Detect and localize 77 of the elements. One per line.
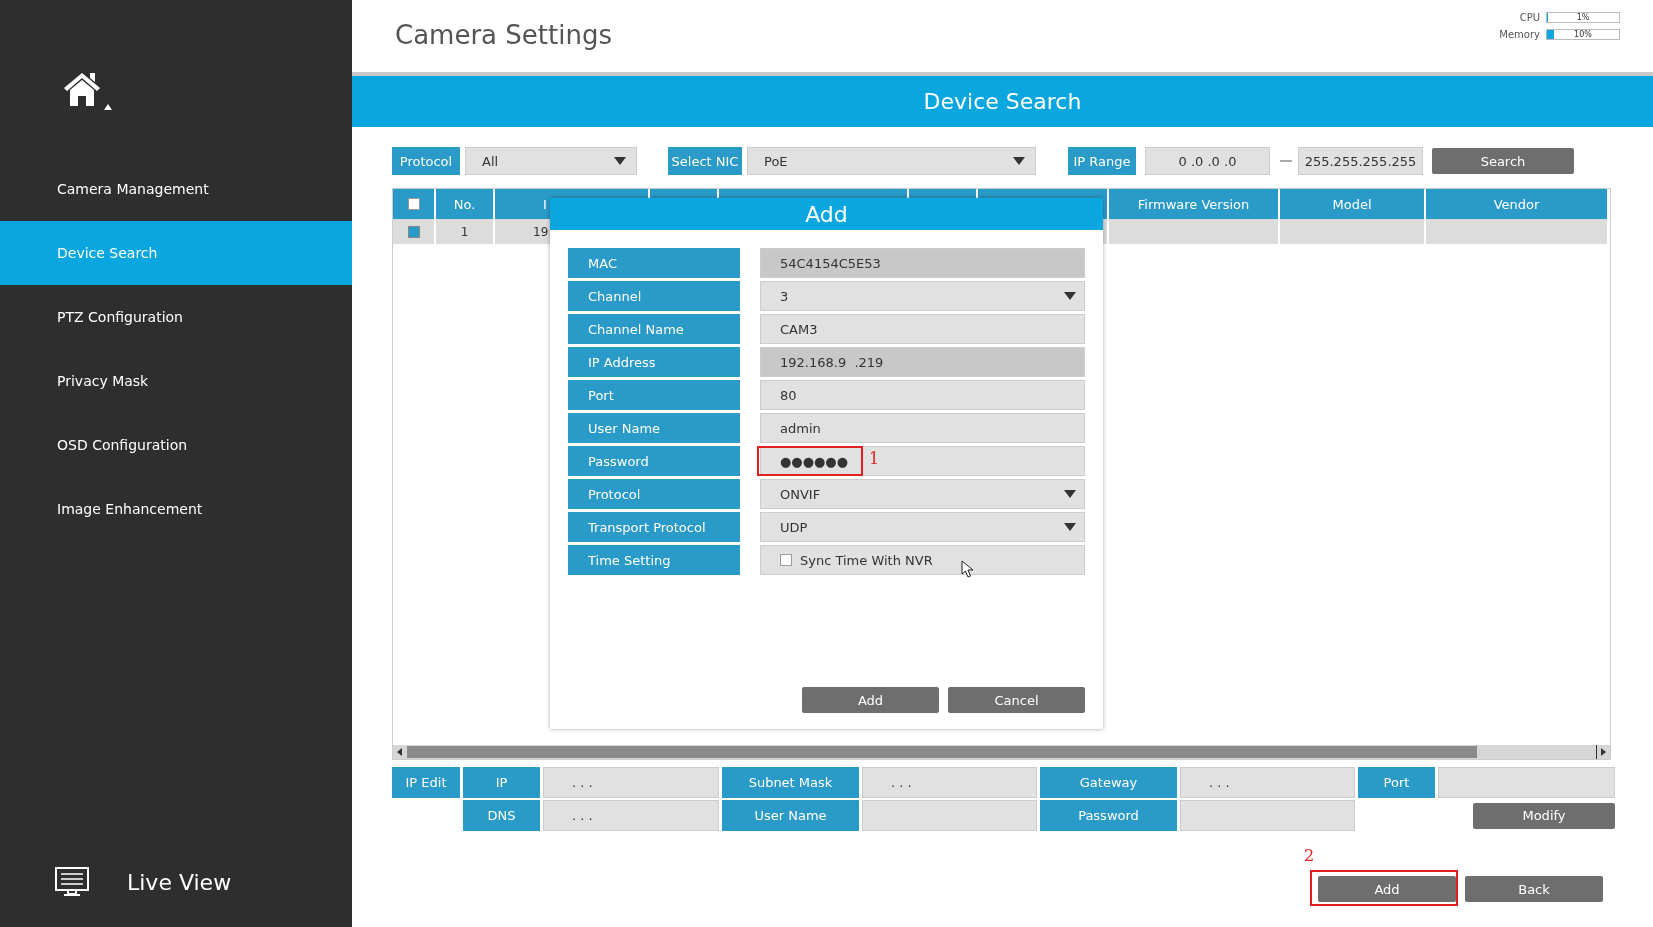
field-label: Subnet Mask	[722, 767, 859, 798]
meter-label: Memory	[1499, 29, 1540, 40]
field-label: Port	[1358, 767, 1435, 798]
field-label: MAC	[568, 248, 740, 278]
search-button[interactable]: Search	[1432, 148, 1574, 174]
checkbox-label: Sync Time With NVR	[800, 552, 933, 568]
caret-icon	[1064, 523, 1076, 531]
add-button[interactable]: Add	[1318, 876, 1456, 902]
field-label: User Name	[568, 413, 740, 443]
field-label: Protocol	[568, 479, 740, 509]
column-header: No.	[436, 189, 495, 219]
sidebar-item[interactable]: PTZ Configuration	[0, 285, 352, 349]
modify-button[interactable]: Modify	[1473, 802, 1615, 829]
filter-label: Select NIC	[668, 147, 742, 175]
input-field[interactable]: . . .	[543, 767, 719, 798]
checkbox[interactable]	[407, 225, 420, 238]
cursor-icon	[961, 560, 975, 578]
input-field[interactable]	[1438, 767, 1615, 798]
input-field[interactable]: 80	[760, 380, 1085, 410]
meter-label: CPU	[1518, 12, 1540, 23]
field-label: Gateway	[1040, 767, 1177, 798]
field-label: Channel Name	[568, 314, 740, 344]
field-label: Time Setting	[568, 545, 740, 575]
dropdown[interactable]: PoE	[747, 147, 1036, 175]
step-number: 1	[869, 449, 880, 468]
caret-icon	[1064, 292, 1076, 300]
page-title: Camera Settings	[395, 20, 612, 52]
checkbox[interactable]	[407, 198, 420, 210]
usage-meter: 10%	[1546, 29, 1620, 40]
field-label: Channel	[568, 281, 740, 311]
caret-icon	[614, 157, 626, 165]
live-view-link[interactable]: Live View	[127, 869, 232, 895]
scrollbar[interactable]	[393, 745, 1610, 759]
field-label: User Name	[722, 800, 859, 831]
password-field[interactable]: ●●●●●● 1	[760, 446, 1085, 476]
sidebar-item[interactable]: Camera Management	[0, 157, 352, 221]
field-label: Password	[1040, 800, 1177, 831]
field-label: IP Address	[568, 347, 740, 377]
filter-label: Protocol	[392, 147, 460, 175]
dropdown[interactable]: All	[465, 147, 637, 175]
field-label: Transport Protocol	[568, 512, 740, 542]
dropdown[interactable]: UDP	[760, 512, 1085, 542]
add-button[interactable]: Add	[802, 687, 939, 713]
field-label: Password	[568, 446, 740, 476]
input-field[interactable]	[1180, 800, 1355, 831]
dialog-title: Add	[550, 198, 1103, 230]
usage-meter: 1%	[1546, 12, 1620, 23]
input-field[interactable]: CAM3	[760, 314, 1085, 344]
back-button[interactable]: Back	[1465, 876, 1603, 902]
column-header: Firmware Version	[1109, 189, 1280, 219]
ip-field[interactable]: 255.255.255.255	[1298, 147, 1423, 175]
checkbox[interactable]	[780, 554, 792, 566]
field-label: Port	[568, 380, 740, 410]
caret-icon	[1064, 490, 1076, 498]
dropdown[interactable]: 3	[760, 281, 1085, 311]
sidebar-item[interactable]: Privacy Mask	[0, 349, 352, 413]
sidebar-item[interactable]: OSD Configuration	[0, 413, 352, 477]
field-label: IP	[463, 767, 540, 798]
input-field[interactable]	[862, 800, 1037, 831]
field-label: DNS	[463, 800, 540, 831]
caret-icon	[1013, 157, 1025, 165]
monitor-icon[interactable]	[55, 867, 89, 897]
cancel-button[interactable]: Cancel	[948, 687, 1085, 713]
section-label: IP Edit	[392, 767, 460, 798]
input-field[interactable]: . . .	[543, 800, 719, 831]
column-header: Vendor	[1426, 189, 1609, 219]
table-cell: 1	[436, 219, 495, 244]
ip-field[interactable]: 0 .0 .0 .0	[1145, 147, 1270, 175]
sidebar-item[interactable]: Image Enhancement	[0, 477, 352, 541]
column-header: Model	[1280, 189, 1426, 219]
step-number: 2	[1304, 846, 1315, 865]
filter-label: IP Range	[1068, 147, 1136, 175]
input-field[interactable]: . . .	[1180, 767, 1355, 798]
input-field[interactable]: admin	[760, 413, 1085, 443]
section-title: Device Search	[352, 76, 1653, 127]
input-field[interactable]: . . .	[862, 767, 1037, 798]
dropdown[interactable]: ONVIF	[760, 479, 1085, 509]
